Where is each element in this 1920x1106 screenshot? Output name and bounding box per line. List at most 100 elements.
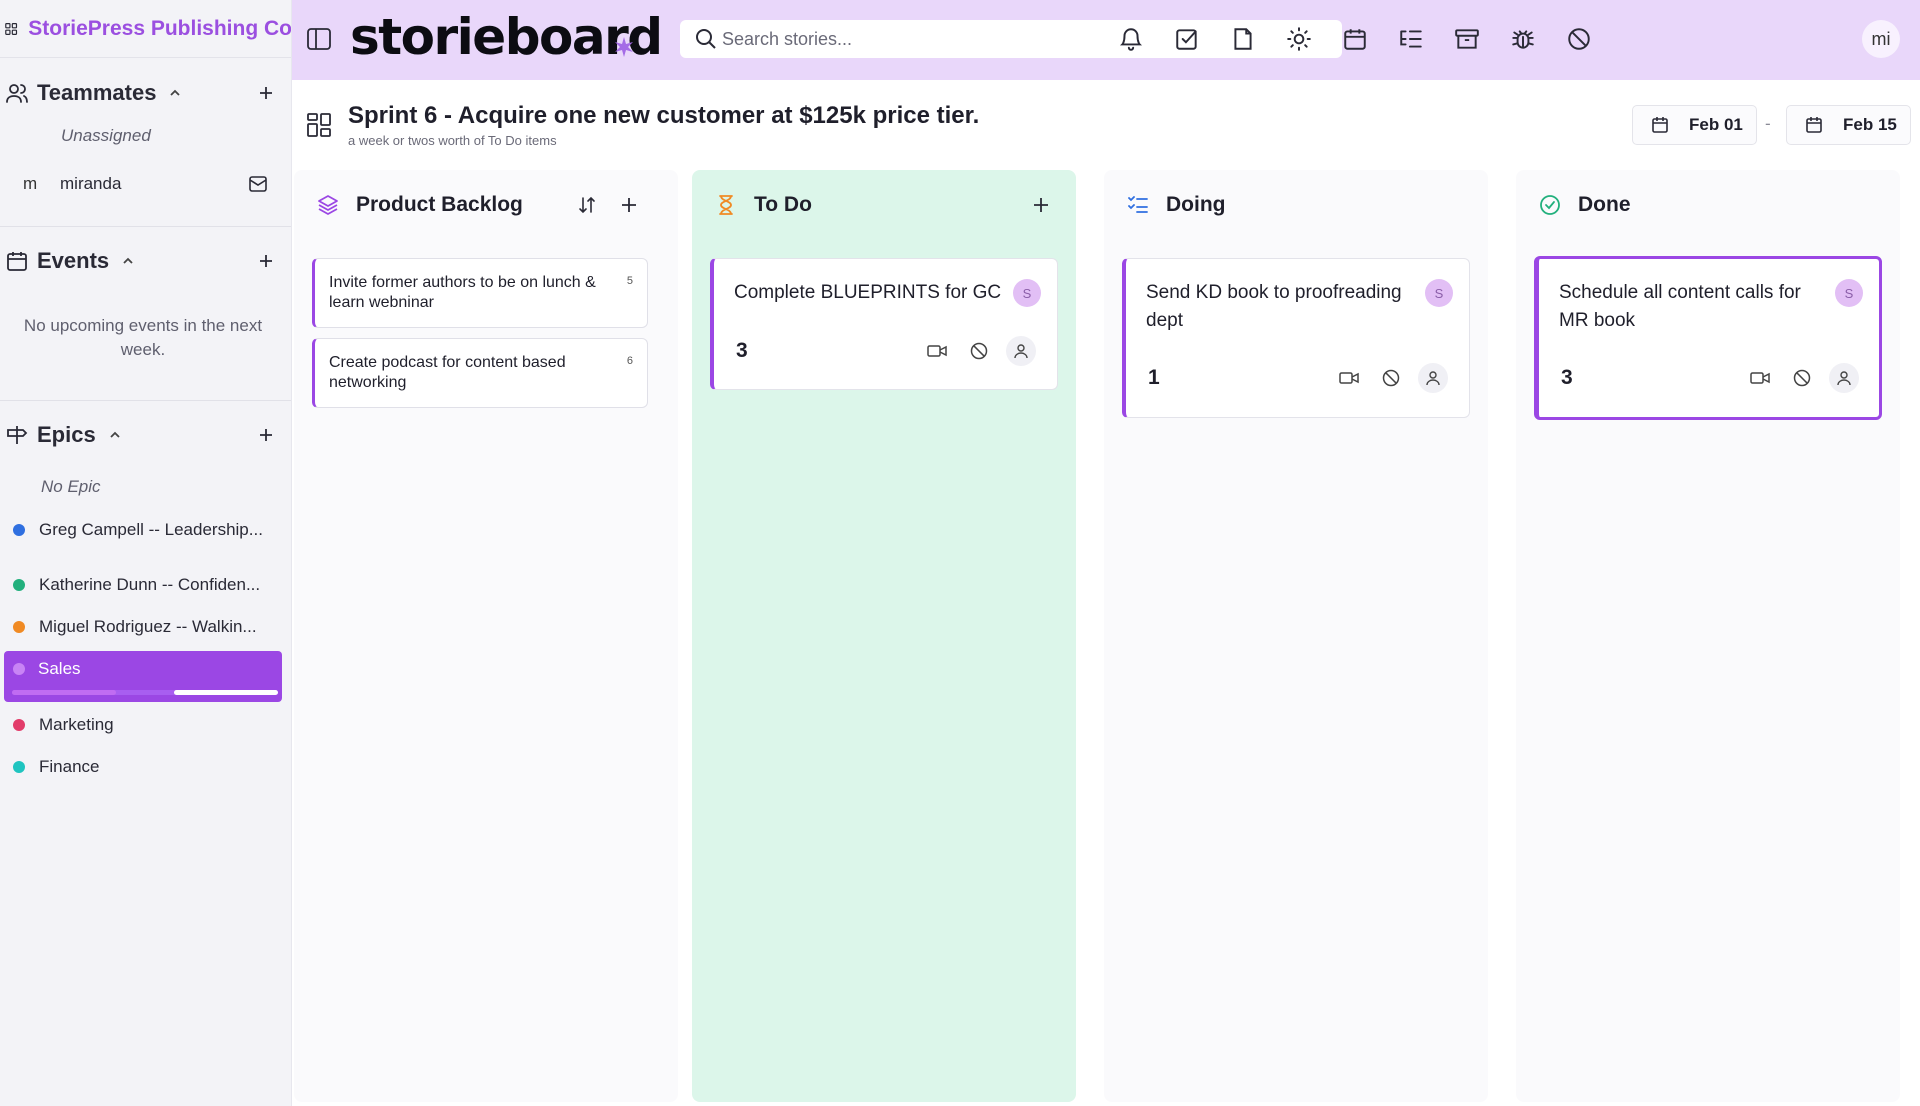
backlog-card[interactable]: Create podcast for content based network… <box>312 338 648 408</box>
teammate-item[interactable]: m miranda <box>0 168 291 200</box>
events-title: Events <box>37 248 110 273</box>
epic-item[interactable]: Finance <box>0 747 291 787</box>
epic-item[interactable]: Greg Campell -- Leadership... <box>0 510 291 550</box>
column-title: To Do <box>754 193 812 216</box>
chevron-up-icon[interactable] <box>121 254 135 268</box>
ban-icon[interactable] <box>1380 367 1402 389</box>
story-title: Send KD book to proofreading dept <box>1146 282 1402 331</box>
users-icon <box>6 84 28 103</box>
sparkle-icon <box>615 37 633 57</box>
owner-avatar[interactable]: S <box>1835 279 1863 307</box>
bug-icon[interactable] <box>1510 26 1536 52</box>
column-title: Done <box>1578 193 1631 216</box>
story-card[interactable]: Send KD book to proofreading dept S 1 <box>1122 258 1470 418</box>
video-icon[interactable] <box>926 340 948 362</box>
teammates-header[interactable]: Teammates <box>0 73 291 113</box>
unassigned-label[interactable]: Unassigned <box>61 126 151 146</box>
epic-color-dot <box>13 663 25 675</box>
mail-icon[interactable] <box>248 175 268 193</box>
backlog-column: Product Backlog Invite former authors to… <box>294 170 678 1102</box>
add-event-button[interactable] <box>256 251 276 271</box>
story-card-selected[interactable]: Schedule all content calls for MR book S… <box>1534 256 1882 420</box>
divider <box>0 400 291 401</box>
list-tree-icon[interactable] <box>1398 26 1424 52</box>
archive-icon[interactable] <box>1454 26 1480 52</box>
chevron-up-icon[interactable] <box>108 428 122 442</box>
video-icon[interactable] <box>1749 367 1771 389</box>
epic-label: Finance <box>39 757 100 776</box>
signpost-icon <box>7 426 28 444</box>
calendar-icon <box>7 252 27 271</box>
org-name: StoriePress Publishing Co <box>28 16 292 40</box>
list-checks-icon <box>1128 196 1148 213</box>
epic-color-dot <box>13 761 25 773</box>
org-switcher[interactable]: StoriePress Publishing Co <box>0 0 292 58</box>
epic-label: Miguel Rodriguez -- Walkin... <box>39 617 257 636</box>
check-circle-icon <box>1540 195 1560 215</box>
story-points: 3 <box>736 339 748 362</box>
user-icon <box>1837 371 1851 386</box>
date-separator: - <box>1765 114 1771 133</box>
chevron-up-icon[interactable] <box>168 86 182 100</box>
user-avatar[interactable]: mi <box>1862 20 1900 58</box>
assign-user-button[interactable] <box>1006 336 1036 366</box>
epic-color-dot <box>13 621 25 633</box>
calendar-icon[interactable] <box>1342 26 1368 52</box>
epic-item[interactable]: Marketing <box>0 705 291 745</box>
ban-icon[interactable] <box>1566 26 1592 52</box>
no-epic-item[interactable]: No Epic <box>41 477 101 497</box>
assign-user-button[interactable] <box>1829 363 1859 393</box>
epic-item[interactable]: Katherine Dunn -- Confiden... <box>0 565 291 605</box>
video-icon[interactable] <box>1338 367 1360 389</box>
sprint-title: Sprint 6 - Acquire one new customer at $… <box>348 102 980 129</box>
bell-icon[interactable] <box>1118 26 1144 52</box>
done-column-header: Done <box>1516 170 1900 240</box>
end-date-button[interactable]: Feb 15 <box>1786 105 1911 145</box>
todo-column-header: To Do <box>692 170 1076 240</box>
sort-icon[interactable] <box>576 194 598 216</box>
sidebar: StoriePress Publishing Co Teammates Unas… <box>0 0 292 1106</box>
divider <box>0 226 291 227</box>
ban-icon[interactable] <box>968 340 990 362</box>
story-card[interactable]: Complete BLUEPRINTS for GC S 3 <box>710 258 1058 390</box>
owner-avatar[interactable]: S <box>1013 279 1041 307</box>
sun-icon[interactable] <box>1286 26 1312 52</box>
end-date-label: Feb 15 <box>1843 115 1897 134</box>
ban-icon[interactable] <box>1791 367 1813 389</box>
sprint-subtitle: a week or twos worth of To Do items <box>348 133 557 148</box>
epic-item-active[interactable]: Sales <box>4 651 282 702</box>
add-story-button[interactable] <box>1030 194 1052 216</box>
todo-column: To Do Complete BLUEPRINTS for GC S 3 <box>692 170 1076 1102</box>
epics-header[interactable]: Epics <box>0 415 291 455</box>
top-bar: storieboard mi <box>292 0 1920 80</box>
start-date-button[interactable]: Feb 01 <box>1632 105 1757 145</box>
epic-label: Marketing <box>39 715 114 734</box>
epic-label: Katherine Dunn -- Confiden... <box>39 575 261 594</box>
checkbox-icon[interactable] <box>1174 26 1200 52</box>
calendar-icon <box>1806 117 1822 133</box>
backlog-card[interactable]: Invite former authors to be on lunch & l… <box>312 258 648 328</box>
no-events-message: No upcoming events in the next week. <box>23 316 263 359</box>
user-icon <box>1014 344 1028 359</box>
doing-column: Doing Send KD book to proofreading dept … <box>1104 170 1488 1102</box>
dashboard-icon[interactable] <box>306 112 332 138</box>
epic-progress-bar <box>12 690 278 695</box>
add-epic-button[interactable] <box>256 425 276 445</box>
story-title: Schedule all content calls for MR book <box>1559 282 1801 331</box>
teammate-initial: m <box>23 174 38 193</box>
document-icon[interactable] <box>1230 26 1256 52</box>
add-story-button[interactable] <box>618 194 640 216</box>
add-teammate-button[interactable] <box>256 83 276 103</box>
assign-user-button[interactable] <box>1418 363 1448 393</box>
epic-item[interactable]: Miguel Rodriguez -- Walkin... <box>0 607 291 647</box>
doing-column-header: Doing <box>1104 170 1488 240</box>
sidebar-toggle-icon[interactable] <box>306 27 332 51</box>
owner-avatar[interactable]: S <box>1425 279 1453 307</box>
teammate-name: miranda <box>60 174 122 193</box>
epic-color-dot <box>13 719 25 731</box>
events-header[interactable]: Events <box>0 241 291 281</box>
story-title: Complete BLUEPRINTS for GC <box>734 282 1002 303</box>
epic-label: Sales <box>38 659 81 678</box>
search-icon <box>696 29 716 49</box>
column-title: Doing <box>1166 193 1226 216</box>
